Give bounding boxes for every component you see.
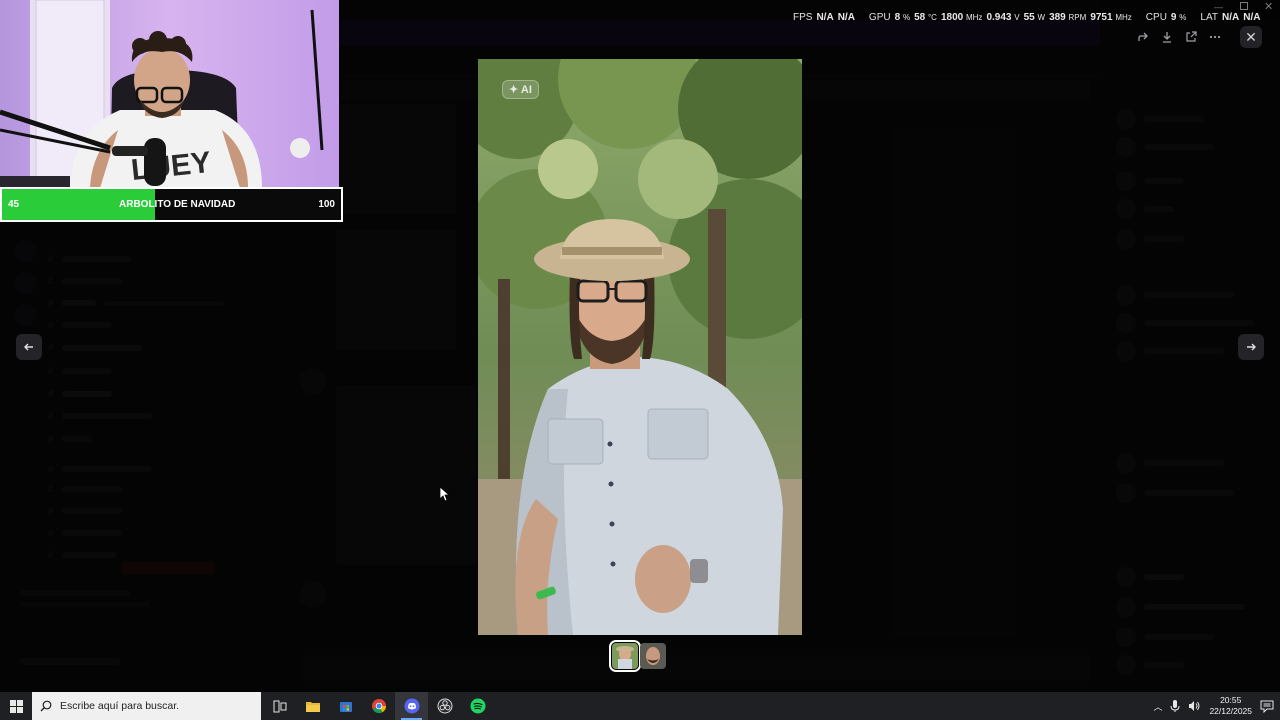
cpu-load: 9 <box>1170 12 1177 23</box>
more-icon[interactable] <box>1206 28 1224 46</box>
performance-overlay: FPS N/A N/A GPU 8 % 58 °C 1800 MHz 0.943… <box>793 12 1260 23</box>
cpu-load-unit: % <box>1179 13 1187 22</box>
fps-readout: FPS N/A N/A <box>793 12 855 23</box>
goal-title: ARBOLITO DE NAVIDAD <box>119 199 236 210</box>
cpu-label: CPU <box>1145 12 1167 23</box>
microphone-icon[interactable] <box>1170 700 1180 712</box>
arrow-left-icon[interactable] <box>16 334 42 360</box>
desktop-screen: # # # # # # # # # # # # # # <box>0 0 1280 720</box>
webcam-feed: LUEY <box>0 0 339 188</box>
gpu-voltage: 0.943 <box>986 12 1012 23</box>
chevron-up-icon[interactable]: ︿ <box>1153 700 1162 713</box>
system-clock[interactable]: 20:55 22/12/2025 <box>1209 695 1252 717</box>
discord-icon[interactable] <box>395 692 428 720</box>
gpu-mem-clock: 9751 <box>1090 12 1113 23</box>
goal-track: 45 ARBOLITO DE NAVIDAD 100 <box>2 189 341 220</box>
thumbnail[interactable] <box>609 640 641 672</box>
clock-date: 22/12/2025 <box>1209 706 1252 716</box>
taskbar: Escribe aquí para buscar. ︿ 20:55 22/12/… <box>0 692 1280 720</box>
viewer-toolbar <box>1134 28 1224 46</box>
latency-readout: LAT N/A N/A <box>1200 12 1260 23</box>
system-tray: ︿ 20:55 22/12/2025 <box>1153 692 1280 720</box>
file-explorer-icon[interactable] <box>296 692 329 720</box>
minimize-icon[interactable]: — <box>1214 2 1224 12</box>
thumbnail-strip <box>609 640 666 672</box>
gpu-clock: 1800 <box>940 12 964 23</box>
ai-badge-label: AI <box>520 84 532 96</box>
window-close-icon[interactable]: ✕ <box>1264 0 1273 13</box>
gpu-mem-clock-unit: MHz <box>1115 13 1132 22</box>
windows-start-icon[interactable] <box>0 692 32 720</box>
gpu-fan-unit: RPM <box>1068 13 1087 22</box>
gpu-load-unit: % <box>902 13 911 22</box>
notification-icon[interactable] <box>1260 700 1274 713</box>
obs-icon[interactable] <box>428 692 461 720</box>
gpu-clock-unit: MHz <box>965 13 983 22</box>
ai-generated-icon: ✦ <box>509 84 521 96</box>
gpu-voltage-unit: V <box>1014 13 1020 22</box>
close-icon[interactable]: ✕ <box>1240 26 1262 48</box>
gpu-power: 55 <box>1023 12 1035 23</box>
gpu-load: 8 <box>894 12 901 23</box>
gpu-readout: GPU 8 % 58 °C 1800 MHz 0.943 V 55 W 389 … <box>869 12 1132 23</box>
download-icon[interactable] <box>1158 28 1176 46</box>
cpu-readout: CPU 9 % <box>1146 12 1187 23</box>
gpu-label: GPU <box>868 12 891 23</box>
chrome-icon[interactable] <box>362 692 395 720</box>
volume-icon[interactable] <box>1188 700 1201 712</box>
gpu-fan: 389 <box>1049 12 1066 23</box>
gpu-temp-unit: °C <box>927 13 937 22</box>
clock-time: 20:55 <box>1220 695 1242 705</box>
search-icon <box>40 700 52 712</box>
media-image[interactable] <box>478 59 802 635</box>
spotify-icon[interactable] <box>461 692 494 720</box>
lat-value: N/A <box>1222 12 1240 23</box>
fps-value: N/A <box>816 12 834 23</box>
lat-label: LAT <box>1200 12 1218 23</box>
search-placeholder: Escribe aquí para buscar. <box>60 700 180 712</box>
store-icon[interactable] <box>329 692 362 720</box>
fps-label: FPS <box>793 12 813 23</box>
fps-value-secondary: N/A <box>837 12 855 23</box>
stream-goal-bar: 45 ARBOLITO DE NAVIDAD 100 <box>0 187 343 222</box>
arrow-right-icon[interactable] <box>1238 334 1264 360</box>
goal-current-value: 45 <box>8 199 20 210</box>
lat-value-secondary: N/A <box>1243 12 1261 23</box>
ai-badge: ✦ AI <box>502 80 539 99</box>
thumbnail[interactable] <box>640 643 666 669</box>
gpu-temp: 58 <box>914 12 926 23</box>
taskbar-search-box[interactable]: Escribe aquí para buscar. <box>32 692 261 720</box>
forward-icon[interactable] <box>1134 28 1152 46</box>
mouse-cursor-icon <box>440 487 450 502</box>
task-view-icon[interactable] <box>263 692 296 720</box>
goal-target-value: 100 <box>318 199 335 210</box>
gpu-power-unit: W <box>1037 13 1046 22</box>
open-external-icon[interactable] <box>1182 28 1200 46</box>
maximize-icon[interactable] <box>1240 2 1248 10</box>
